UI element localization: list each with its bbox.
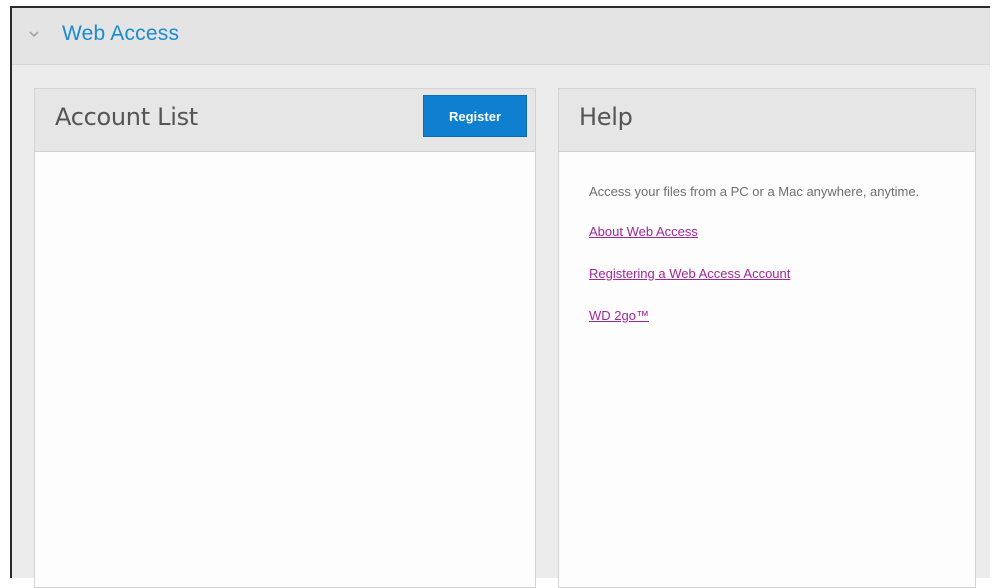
web-access-window: Web Access Account List Register Help Ac… (10, 6, 990, 588)
chevron-down-icon[interactable] (26, 26, 42, 42)
wd-2go-link[interactable]: WD 2go™ (589, 308, 947, 323)
registering-account-link[interactable]: Registering a Web Access Account (589, 266, 947, 281)
help-title: Help (579, 103, 633, 131)
register-button[interactable]: Register (423, 95, 527, 137)
account-list-panel: Account List Register (34, 88, 536, 588)
account-list-title: Account List (55, 103, 198, 131)
help-header: Help (559, 89, 975, 152)
help-body: Access your files from a PC or a Mac any… (559, 152, 975, 323)
about-web-access-link[interactable]: About Web Access (589, 224, 947, 239)
help-panel: Help Access your files from a PC or a Ma… (558, 88, 976, 588)
account-list-header: Account List Register (35, 89, 535, 152)
help-description: Access your files from a PC or a Mac any… (589, 184, 920, 199)
section-header[interactable]: Web Access (12, 8, 990, 65)
section-title: Web Access (62, 22, 180, 45)
